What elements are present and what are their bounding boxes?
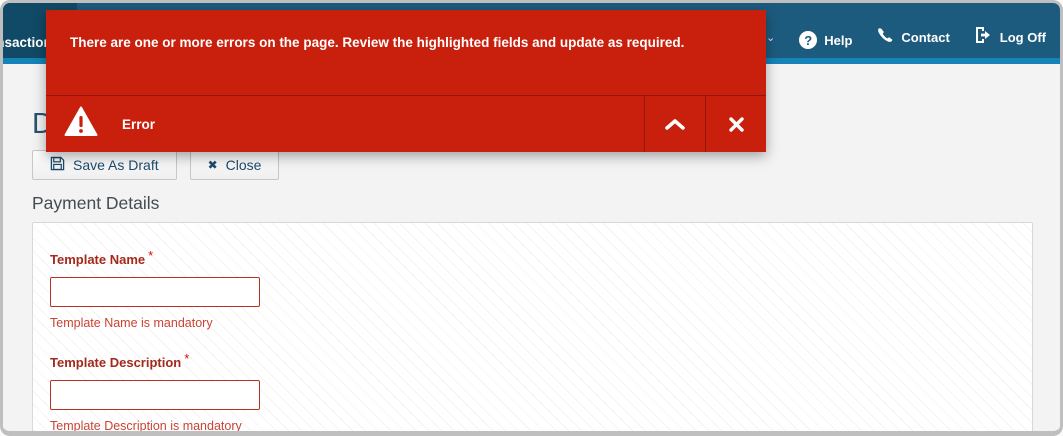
template-name-field-group: Template Name* Template Name is mandator… bbox=[50, 248, 1032, 330]
section-heading-payment-details: Payment Details bbox=[32, 193, 1027, 214]
template-description-field-group: Template Description* Template Descripti… bbox=[50, 351, 1032, 433]
collapse-dialog-button[interactable] bbox=[644, 96, 705, 152]
template-name-error: Template Name is mandatory bbox=[50, 316, 1032, 330]
logoff-button[interactable]: Log Off bbox=[974, 26, 1046, 49]
contact-button[interactable]: Contact bbox=[876, 26, 949, 49]
chevron-up-icon bbox=[665, 118, 685, 130]
warning-triangle-icon bbox=[64, 106, 98, 142]
close-button[interactable]: ✖ Close bbox=[190, 150, 280, 180]
chevron-down-icon: ⌄ bbox=[766, 31, 775, 44]
payment-details-card: Template Name* Template Name is mandator… bbox=[32, 222, 1033, 436]
required-asterisk: * bbox=[148, 248, 153, 263]
error-dialog-footer: Error bbox=[46, 95, 766, 152]
template-description-error: Template Description is mandatory bbox=[50, 419, 1032, 433]
phone-icon bbox=[876, 26, 894, 49]
close-label: Close bbox=[226, 157, 262, 173]
app-window: Transactions 14 bbox=[0, 0, 1063, 436]
help-button[interactable]: ? Help bbox=[799, 31, 852, 49]
error-dialog-title: Error bbox=[122, 117, 155, 132]
close-dialog-button[interactable] bbox=[705, 96, 766, 152]
save-as-draft-label: Save As Draft bbox=[73, 157, 159, 173]
required-asterisk: * bbox=[184, 351, 189, 366]
error-dialog: There are one or more errors on the page… bbox=[46, 10, 766, 152]
template-description-label: Template Description bbox=[50, 355, 181, 370]
template-description-input[interactable] bbox=[50, 380, 260, 410]
template-name-input[interactable] bbox=[50, 277, 260, 307]
help-label: Help bbox=[824, 33, 852, 48]
error-message: There are one or more errors on the page… bbox=[46, 10, 766, 95]
save-as-draft-button[interactable]: Save As Draft bbox=[32, 150, 177, 180]
help-icon: ? bbox=[799, 31, 817, 49]
close-x-icon: ✖ bbox=[208, 158, 218, 172]
save-icon bbox=[50, 156, 65, 174]
logoff-label: Log Off bbox=[1000, 30, 1046, 45]
contact-label: Contact bbox=[901, 30, 949, 45]
close-dialog-x-icon bbox=[729, 117, 744, 132]
toolbar: Save As Draft ✖ Close bbox=[32, 150, 1027, 180]
template-name-label: Template Name bbox=[50, 252, 145, 267]
logoff-icon bbox=[974, 26, 993, 49]
page-content: D Save As Draft ✖ Close Payment Details bbox=[3, 109, 1060, 436]
